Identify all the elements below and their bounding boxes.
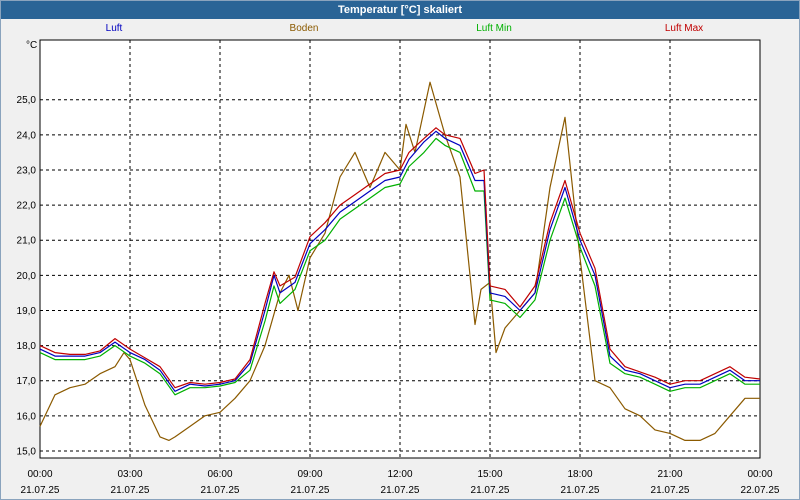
y-tick-label: 25,0 [17,95,37,106]
x-tick-date: 21.07.25 [291,485,330,496]
x-tick-time: 00:00 [27,469,52,480]
x-tick-time: 18:00 [567,469,592,480]
x-tick-date: 21.07.25 [21,485,60,496]
x-tick-time: 03:00 [117,469,142,480]
y-tick-label: 21,0 [17,236,37,247]
x-tick-time: 09:00 [297,469,322,480]
x-tick-date: 21.07.25 [201,485,240,496]
y-tick-label: 19,0 [17,306,37,317]
temperature-chart: 25,0 24,0 23,0 22,0 21,0 20,0 19,0 18,0 17,0 16,0… [17,39,780,496]
y-axis-label: °C [26,40,37,51]
x-tick-date: 21.07.25 [471,485,510,496]
x-tick-time: 21:00 [657,469,682,480]
y-tick-label: 18,0 [17,341,37,352]
x-tick-time: 06:00 [207,469,232,480]
x-tick-date: 21.07.25 [651,485,690,496]
x-tick-date: 21.07.25 [561,485,600,496]
y-tick-label: 22,0 [17,201,37,212]
y-tick-label: 24,0 [17,130,37,141]
x-tick-time: 00:00 [747,469,772,480]
x-tick-date: 22.07.25 [741,485,780,496]
x-tick-time: 12:00 [387,469,412,480]
x-tick-date: 21.07.25 [381,485,420,496]
x-tick-date: 21.07.25 [111,485,150,496]
y-tick-label: 16,0 [17,411,37,422]
y-tick-label: 23,0 [17,165,37,176]
y-tick-label: 20,0 [17,271,37,282]
x-tick-time: 15:00 [477,469,502,480]
y-tick-label: 17,0 [17,376,37,387]
y-tick-label: 15,0 [17,446,37,457]
